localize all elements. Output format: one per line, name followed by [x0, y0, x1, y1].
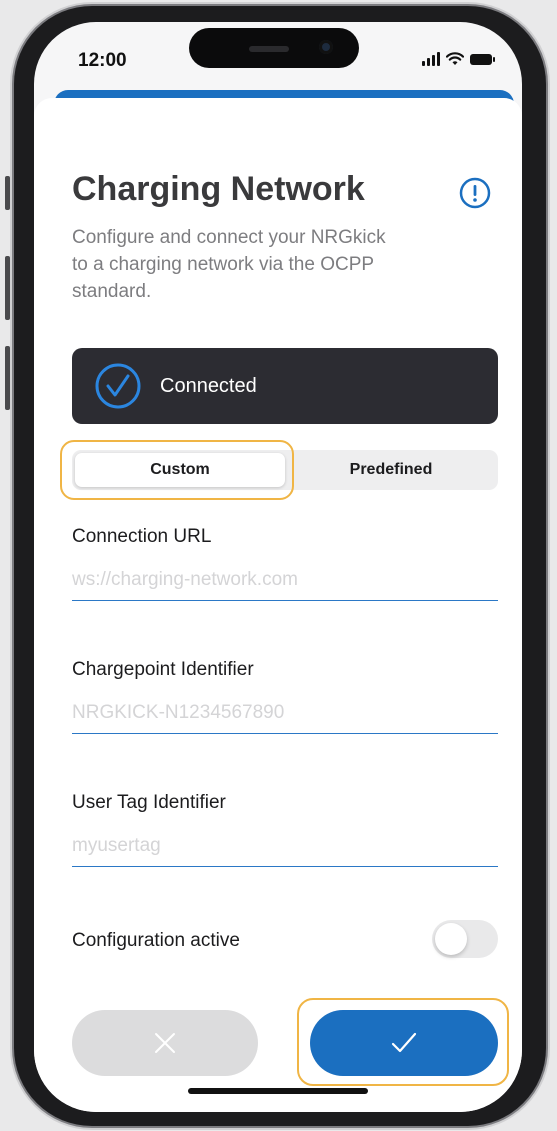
segment-predefined[interactable]: Predefined: [288, 453, 494, 487]
phone-frame: 12:00 Charging Network Configure and con…: [5, 6, 546, 1126]
user-tag-identifier-label: User Tag Identifier: [72, 792, 226, 813]
status-time: 12:00: [78, 50, 127, 71]
signal-icon: [422, 52, 440, 66]
connection-status-label: Connected: [160, 375, 257, 397]
battery-icon: [470, 53, 495, 65]
chargepoint-identifier-input[interactable]: [72, 693, 498, 734]
speaker-grille: [249, 46, 289, 52]
connection-url-input[interactable]: [72, 560, 498, 601]
configuration-active-toggle[interactable]: [432, 920, 498, 958]
configuration-active-label: Configuration active: [72, 930, 240, 951]
front-camera: [319, 40, 333, 54]
page-description: Configure and connect your NRGkick to a …: [72, 227, 386, 302]
check-circle-icon: [95, 363, 141, 409]
close-icon: [155, 1033, 175, 1053]
cancel-button[interactable]: [72, 1010, 258, 1076]
user-tag-identifier-input[interactable]: [72, 826, 498, 867]
toggle-knob: [435, 923, 467, 955]
confirm-highlight-outline: [297, 998, 509, 1086]
connection-status-card: Connected: [72, 348, 498, 424]
volume-down-button: [5, 346, 10, 410]
silent-switch: [5, 176, 10, 210]
chargepoint-identifier-label: Chargepoint Identifier: [72, 659, 254, 680]
info-icon[interactable]: [459, 177, 491, 209]
screen: 12:00 Charging Network Configure and con…: [34, 22, 522, 1112]
volume-up-button: [5, 256, 10, 320]
home-indicator[interactable]: [188, 1088, 368, 1094]
dynamic-island: [189, 28, 359, 68]
charging-network-sheet: Charging Network Configure and connect y…: [34, 98, 522, 1112]
custom-highlight-outline: [60, 440, 294, 500]
wifi-icon: [446, 52, 464, 65]
connection-url-label: Connection URL: [72, 526, 212, 547]
status-indicators: [422, 52, 495, 66]
page-title: Charging Network: [72, 170, 365, 208]
